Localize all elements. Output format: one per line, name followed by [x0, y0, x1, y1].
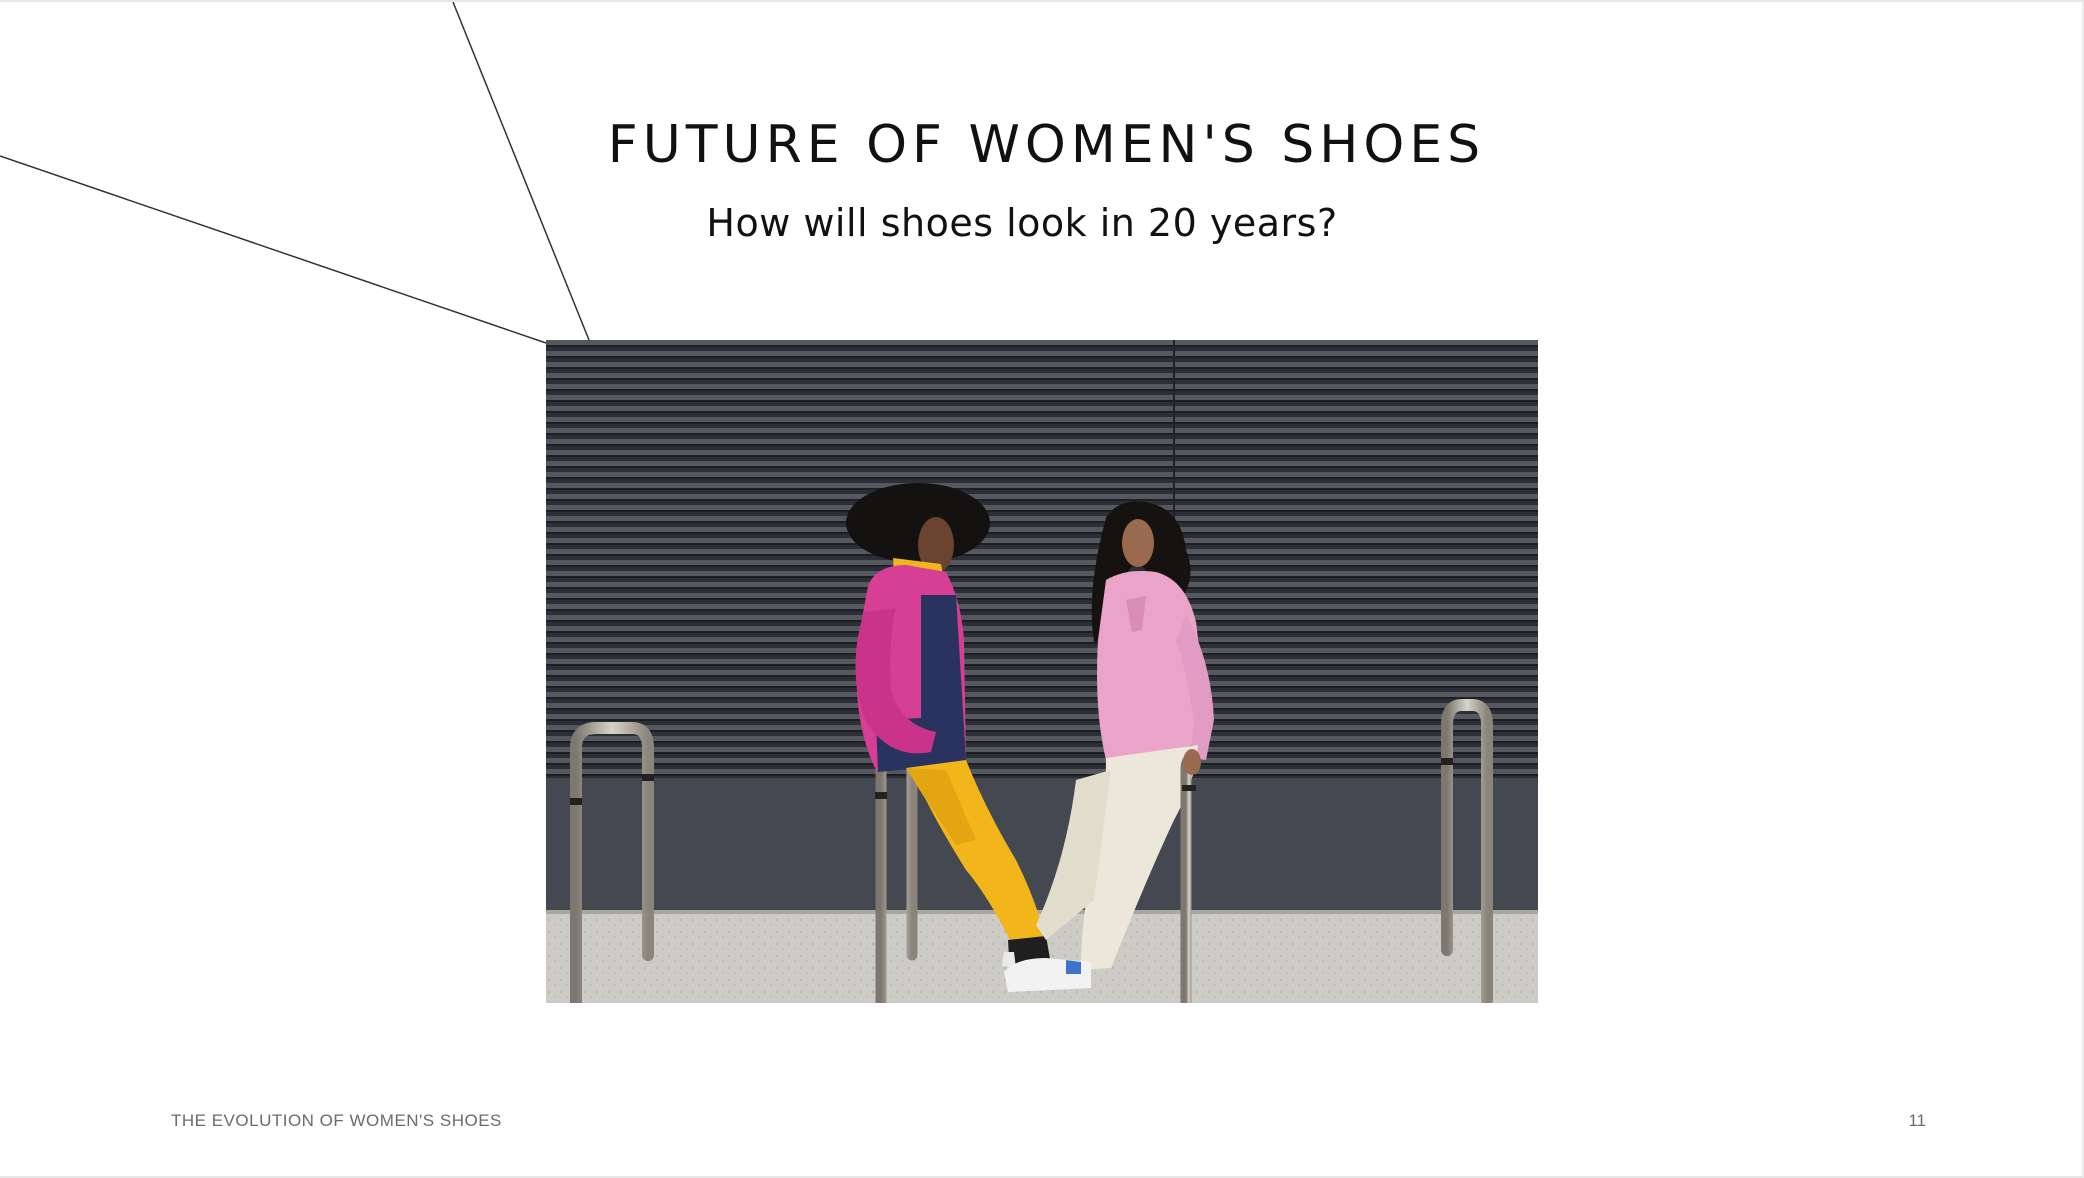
fashion-photo: [546, 340, 1538, 1003]
wall-plinth: [546, 778, 1538, 910]
fashion-photo-illustration: [546, 340, 1538, 1003]
slide: FUTURE OF WOMEN'S SHOES How will shoes l…: [0, 0, 2084, 1178]
footer-label: THE EVOLUTION OF WOMEN'S SHOES: [171, 1111, 502, 1130]
page-number: 11: [1908, 1111, 1926, 1130]
person-1-hair: [846, 483, 990, 563]
slide-title: FUTURE OF WOMEN'S SHOES: [607, 115, 1486, 175]
bike-rail-right-center: [1180, 754, 1198, 1003]
slide-subtitle: How will shoes look in 20 years?: [706, 201, 1338, 245]
ribbed-wall: [546, 340, 1538, 778]
